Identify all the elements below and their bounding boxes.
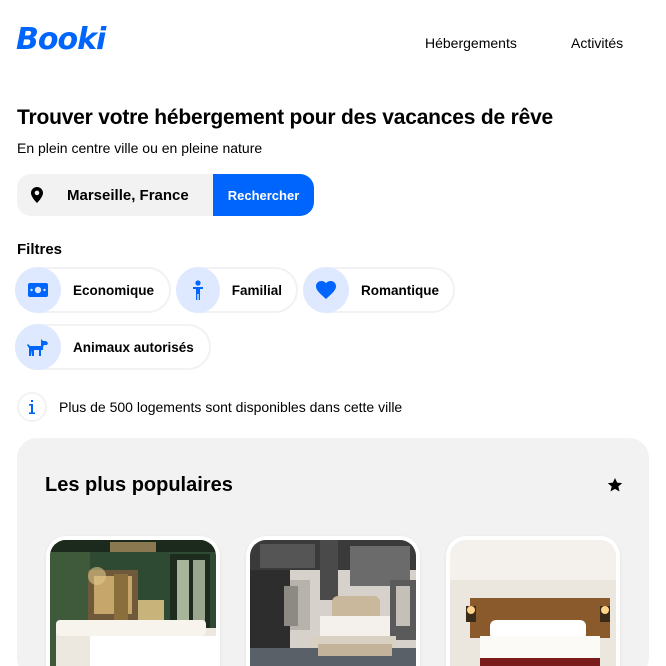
child-icon bbox=[176, 267, 220, 313]
popular-card[interactable] bbox=[246, 536, 420, 666]
hotel-room-loft-photo bbox=[250, 540, 416, 666]
filter-label: Economique bbox=[73, 282, 155, 298]
star-icon bbox=[607, 477, 623, 498]
page-title: Trouver votre hébergement pour des vacan… bbox=[17, 106, 554, 129]
booki-logo[interactable]: Booki bbox=[16, 22, 106, 57]
hotel-room-wood-photo bbox=[450, 540, 616, 666]
filter-label: Romantique bbox=[360, 282, 439, 298]
filters-heading: Filtres bbox=[17, 241, 63, 258]
filter-familial[interactable]: Familial bbox=[176, 267, 298, 313]
page-subtitle: En plein centre ville ou en pleine natur… bbox=[17, 140, 263, 156]
nav-link-activites[interactable]: Activités bbox=[571, 35, 623, 51]
search-button[interactable]: Rechercher bbox=[213, 174, 314, 216]
search-location-field[interactable]: Marseille, France bbox=[17, 174, 213, 216]
search-bar: Marseille, France Rechercher bbox=[17, 174, 314, 216]
popular-title: Les plus populaires bbox=[45, 474, 233, 496]
nav-link-hebergements[interactable]: Hébergements bbox=[425, 35, 517, 51]
info-icon bbox=[17, 392, 47, 422]
heart-icon bbox=[303, 267, 349, 313]
filter-economique[interactable]: Economique bbox=[15, 267, 171, 313]
dog-icon bbox=[15, 324, 61, 370]
popular-card[interactable] bbox=[46, 536, 220, 666]
hotel-room-green-photo bbox=[50, 540, 216, 666]
filter-romantique[interactable]: Romantique bbox=[303, 267, 455, 313]
popular-card[interactable] bbox=[446, 536, 620, 666]
info-text: Plus de 500 logements sont disponibles d… bbox=[59, 399, 403, 415]
location-pin-icon bbox=[17, 187, 57, 203]
search-location-value[interactable]: Marseille, France bbox=[57, 187, 189, 204]
filter-label: Animaux autorisés bbox=[73, 339, 194, 355]
popular-section: Les plus populaires bbox=[17, 438, 649, 666]
info-banner: Plus de 500 logements sont disponibles d… bbox=[17, 392, 402, 422]
filter-label: Familial bbox=[231, 282, 282, 298]
filter-animaux-autorises[interactable]: Animaux autorisés bbox=[15, 324, 211, 370]
money-icon bbox=[15, 267, 61, 313]
